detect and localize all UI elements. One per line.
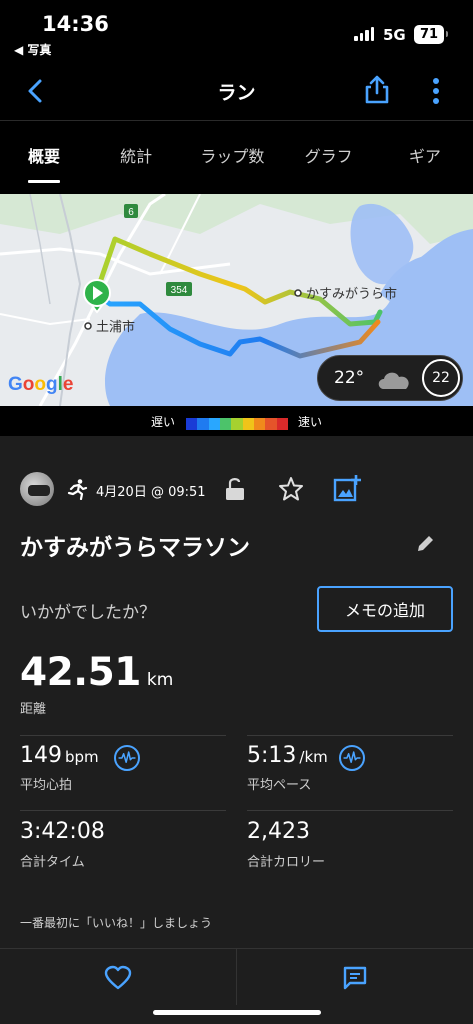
legend-color-segment [219, 418, 232, 430]
tab-graph[interactable]: グラフ [281, 121, 377, 185]
calories-label: 合計カロリー [247, 855, 326, 870]
heart-rate-stat: 149 bpm [20, 743, 99, 768]
tab-summary[interactable]: 概要 [0, 121, 88, 185]
legend-color-segment [186, 418, 198, 430]
total-time-value: 3:42:08 [20, 819, 105, 844]
nav-bar: ラン [0, 62, 473, 120]
wind-gauge: 22 [422, 359, 460, 397]
page-title: ラン [217, 82, 256, 104]
share-icon[interactable] [362, 74, 392, 106]
legend-color-bar [186, 418, 288, 430]
running-icon [67, 479, 88, 500]
divider [247, 735, 453, 736]
add-memo-button[interactable]: メモの追加 [317, 586, 453, 632]
pace-label: 平均ペース [247, 778, 312, 793]
battery-icon: 71 [414, 25, 448, 44]
pace-unit: /km [299, 748, 328, 766]
avatar[interactable] [20, 472, 54, 506]
total-time-label: 合計タイム [20, 855, 85, 870]
unlock-icon[interactable] [224, 476, 246, 502]
legend-color-segment [276, 418, 288, 430]
cloud-icon [378, 372, 409, 389]
activity-title: かすみがうらマラソン [20, 535, 250, 561]
tab-gear[interactable]: ギア [377, 121, 473, 185]
legend-color-segment [253, 418, 266, 430]
feedback-question: いかがでしたか？ [20, 603, 156, 623]
signal-icon [354, 27, 374, 41]
legend-color-segment [197, 418, 209, 430]
tab-stats[interactable]: 統計 [88, 121, 184, 185]
legend-color-segment [208, 418, 220, 430]
distance-unit: km [146, 670, 174, 690]
pace-value: 5:13 [247, 743, 297, 768]
pace-zone-icon[interactable] [339, 745, 365, 771]
pace-legend: 遅い 速い [0, 406, 473, 436]
network-label: 5G [383, 26, 406, 44]
google-logo: Google [8, 374, 73, 395]
back-to-app-link[interactable]: ◀ 写真 [14, 41, 51, 58]
heart-rate-zone-icon[interactable] [114, 745, 140, 771]
comment-icon[interactable] [342, 965, 368, 991]
place-label-kasumigaura: かすみがうら市 [306, 286, 397, 302]
heart-rate-unit: bpm [65, 748, 99, 766]
pace-stat: 5:13/km [247, 743, 328, 768]
heart-rate-value: 149 [20, 743, 62, 768]
activity-meta-row: 4月20日 @ 09:51 [20, 472, 460, 506]
status-time: 14:36 [42, 12, 109, 36]
pencil-icon[interactable] [414, 533, 436, 555]
like-prompt: 一番最初に「いいね！」しましょう [20, 916, 213, 930]
legend-fast-label: 速い [298, 415, 323, 429]
legend-color-segment [242, 418, 254, 430]
home-indicator [153, 1010, 321, 1015]
legend-color-segment [265, 418, 277, 430]
place-label-tsuchiura: 土浦市 [96, 319, 135, 335]
divider [20, 810, 226, 811]
legend-color-segment [231, 418, 243, 430]
distance-label: 距離 [20, 702, 47, 717]
divider [236, 949, 237, 1005]
route-badge-354: 354 [171, 285, 188, 296]
tab-bar: 概要 統計 ラップ数 グラフ ギア [0, 120, 473, 185]
divider [247, 810, 453, 811]
star-icon[interactable] [278, 476, 304, 502]
heart-icon[interactable] [104, 965, 132, 991]
calories-stat: 2,423 [247, 819, 310, 844]
weather-temp: 22° [334, 368, 365, 388]
distance-value: 42.51 [20, 650, 141, 695]
activity-date: 4月20日 @ 09:51 [96, 485, 206, 500]
divider [20, 735, 226, 736]
more-vertical-icon[interactable] [426, 76, 446, 106]
tab-laps[interactable]: ラップ数 [184, 121, 280, 185]
distance-stat: 42.51 km [20, 650, 173, 695]
heart-rate-label: 平均心拍 [20, 778, 73, 793]
legend-slow-label: 遅い [151, 415, 176, 429]
total-time-stat: 3:42:08 [20, 819, 105, 844]
add-photo-icon[interactable] [332, 474, 362, 504]
status-bar: 14:36 ◀ 写真 5G 71 [0, 0, 473, 62]
calories-value: 2,423 [247, 819, 310, 844]
weather-badge: 22° 22 [317, 355, 463, 401]
route-badge-6: 6 [128, 207, 134, 218]
